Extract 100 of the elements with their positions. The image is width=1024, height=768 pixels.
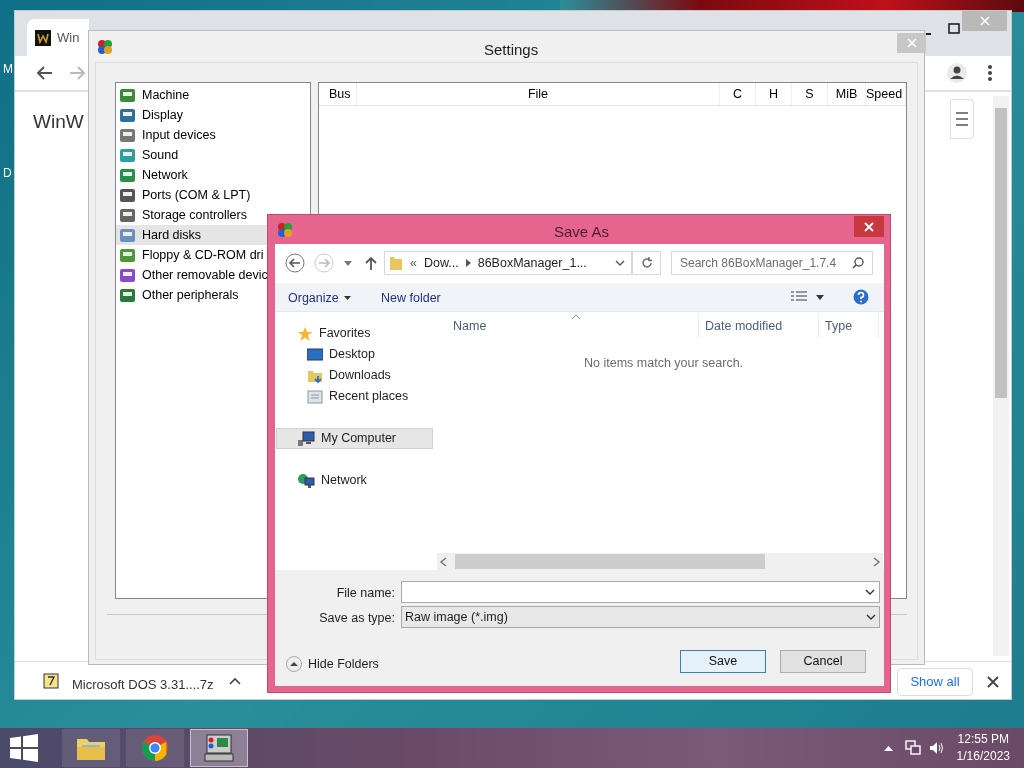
breadcrumb[interactable]: 86BoxManager_1... bbox=[477, 253, 587, 273]
computer-icon bbox=[204, 734, 234, 762]
breadcrumb[interactable]: Dow... bbox=[423, 253, 459, 273]
nav-item[interactable]: Recent places bbox=[276, 386, 433, 407]
close-button[interactable] bbox=[854, 216, 884, 237]
up-arrow-icon[interactable] bbox=[365, 256, 377, 270]
hamburger-button[interactable] bbox=[950, 99, 974, 139]
column-header[interactable]: C bbox=[720, 83, 756, 105]
hide-folders-button[interactable]: Hide Folders bbox=[286, 655, 379, 674]
help-icon[interactable] bbox=[853, 289, 869, 305]
nav-item[interactable]: Network bbox=[276, 470, 433, 491]
nav-item[interactable]: My Computer bbox=[276, 428, 433, 449]
folder-icon bbox=[389, 255, 403, 271]
column-header[interactable]: Type bbox=[819, 314, 879, 338]
hardware-icon bbox=[119, 186, 136, 204]
search-field[interactable]: Search 86BoxManager_1.7.4 bbox=[671, 251, 873, 275]
hardware-icon bbox=[119, 286, 136, 304]
settings-category[interactable]: Input devices bbox=[116, 125, 310, 145]
profile-icon[interactable] bbox=[947, 63, 967, 83]
volume-icon[interactable] bbox=[928, 741, 945, 755]
scroll-thumb[interactable] bbox=[455, 554, 765, 569]
view-icon[interactable] bbox=[791, 291, 807, 303]
chevron-down-icon bbox=[865, 589, 875, 595]
hardware-icon bbox=[119, 206, 136, 224]
app-icon bbox=[277, 222, 293, 238]
star-icon bbox=[297, 325, 313, 342]
settings-category[interactable]: Ports (COM & LPT) bbox=[116, 185, 310, 205]
taskbar-app[interactable] bbox=[190, 729, 248, 767]
tab-title: Win bbox=[57, 28, 80, 47]
column-header[interactable]: File bbox=[357, 83, 720, 105]
nav-item[interactable]: Favorites bbox=[276, 323, 433, 344]
sort-icon bbox=[572, 314, 580, 319]
network-icon bbox=[297, 472, 315, 489]
organize-button[interactable]: Organize bbox=[288, 288, 351, 308]
column-header[interactable]: S bbox=[792, 83, 828, 105]
logo-icon bbox=[35, 29, 51, 46]
settings-category[interactable]: Network bbox=[116, 165, 310, 185]
browser-icon bbox=[141, 734, 169, 762]
close-icon bbox=[864, 221, 874, 232]
search-icon[interactable] bbox=[852, 257, 864, 269]
save-type-select[interactable]: Raw image (*.img) bbox=[401, 606, 880, 628]
settings-category[interactable]: Display bbox=[116, 105, 310, 125]
refresh-button[interactable] bbox=[632, 251, 661, 275]
back-icon[interactable] bbox=[285, 253, 305, 273]
column-header[interactable]: Speed bbox=[866, 83, 906, 105]
chevron-down-icon[interactable] bbox=[615, 260, 625, 266]
column-header[interactable]: Bus bbox=[319, 83, 357, 105]
network-icon[interactable] bbox=[904, 740, 921, 756]
back-icon[interactable] bbox=[36, 64, 54, 82]
column-header[interactable]: H bbox=[756, 83, 792, 105]
hardware-icon bbox=[119, 146, 136, 164]
new-folder-button[interactable]: New folder bbox=[381, 288, 441, 308]
hardware-icon bbox=[119, 86, 136, 104]
page-heading: WinW bbox=[33, 110, 84, 134]
field-label: Save as type: bbox=[318, 610, 395, 627]
close-icon bbox=[906, 38, 917, 48]
dropdown-icon[interactable] bbox=[816, 295, 824, 300]
computer-icon bbox=[297, 430, 315, 447]
caret-icon[interactable] bbox=[229, 677, 241, 685]
browser-tab[interactable]: Win bbox=[27, 19, 89, 56]
download-item[interactable]: Microsoft DOS 3.31....7z bbox=[72, 675, 214, 695]
address-bar[interactable]: « Dow... 86BoxManager_1... bbox=[384, 251, 632, 275]
hardware-icon bbox=[119, 246, 136, 264]
start-icon[interactable] bbox=[10, 734, 38, 762]
caret-icon bbox=[343, 296, 351, 300]
desktop-icon-label[interactable]: M bbox=[3, 60, 13, 78]
show-hidden-icons[interactable] bbox=[883, 745, 893, 751]
hardware-icon bbox=[119, 126, 136, 144]
menu-icon[interactable] bbox=[987, 64, 993, 82]
window-title: Save As bbox=[554, 222, 610, 242]
clock[interactable]: 12:55 PM 1/16/2023 bbox=[956, 731, 1010, 765]
dialog-button[interactable]: Cancel bbox=[780, 650, 866, 673]
dialog-button[interactable]: Save bbox=[680, 650, 766, 673]
show-all-button[interactable]: Show all bbox=[897, 668, 973, 696]
chevron-down-icon bbox=[866, 614, 876, 620]
settings-category[interactable]: Machine bbox=[116, 85, 310, 105]
nav-item[interactable]: Desktop bbox=[276, 344, 433, 365]
recent-places-icon bbox=[307, 388, 323, 405]
file-name-field[interactable] bbox=[401, 581, 880, 603]
taskbar-app[interactable] bbox=[126, 729, 184, 767]
column-header[interactable]: Date modified bbox=[699, 314, 819, 338]
taskbar-app[interactable] bbox=[62, 729, 120, 767]
close-icon[interactable] bbox=[987, 676, 999, 688]
hardware-icon bbox=[119, 106, 136, 124]
chevron-icon[interactable] bbox=[465, 259, 471, 267]
hardware-icon bbox=[119, 166, 136, 184]
field-label: File name: bbox=[335, 585, 395, 602]
archive-icon bbox=[43, 673, 59, 689]
refresh-icon bbox=[640, 257, 653, 269]
breadcrumb-overflow[interactable]: « bbox=[410, 253, 417, 273]
scrollbar[interactable] bbox=[993, 96, 1009, 656]
column-header[interactable]: MiB bbox=[828, 83, 866, 105]
desktop-icon-label[interactable]: D bbox=[3, 164, 12, 182]
maximize-icon[interactable] bbox=[948, 23, 960, 35]
scroll-thumb[interactable] bbox=[995, 108, 1007, 398]
nav-item[interactable]: Downloads bbox=[276, 365, 433, 386]
settings-category[interactable]: Sound bbox=[116, 145, 310, 165]
empty-message: No items match your search. bbox=[584, 355, 744, 372]
horizontal-scrollbar[interactable] bbox=[437, 553, 883, 570]
column-header[interactable]: Name bbox=[437, 314, 699, 338]
